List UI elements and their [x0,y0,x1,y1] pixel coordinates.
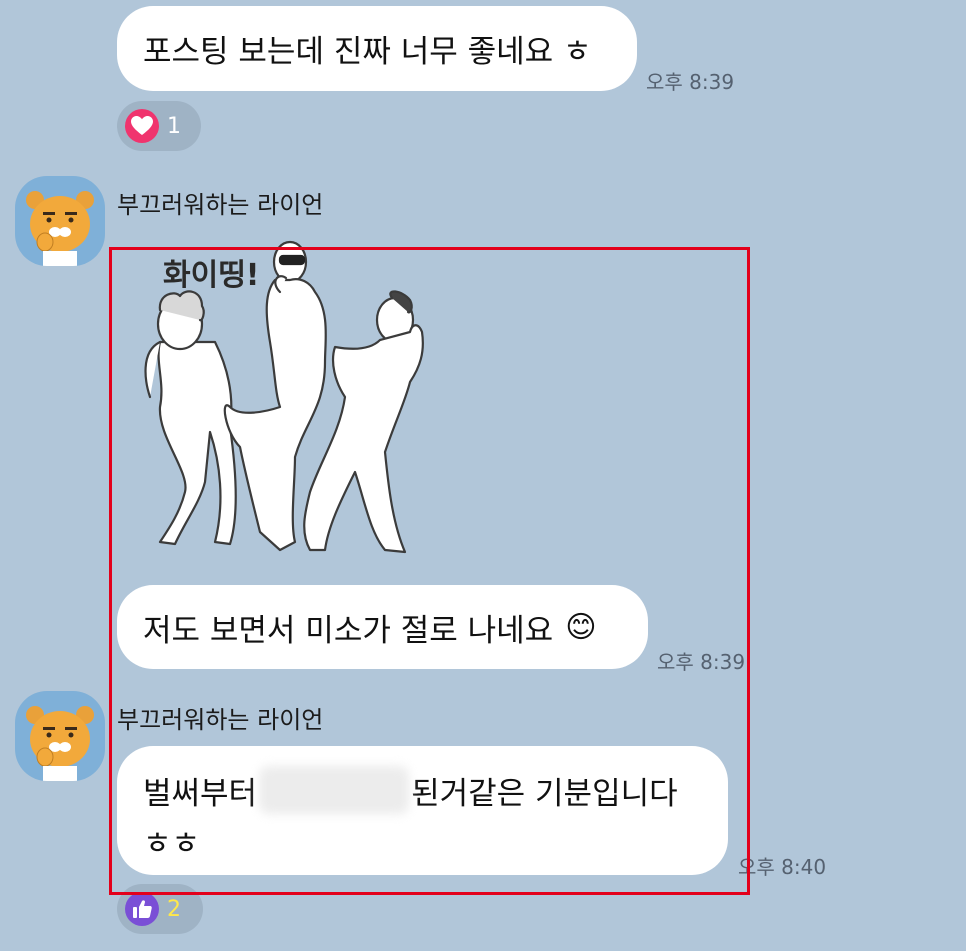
sender-name: 부끄러워하는 라이언 [117,706,324,734]
sender-name: 부끄러워하는 라이언 [117,191,324,219]
avatar[interactable] [15,176,105,266]
reaction-heart[interactable]: 1 [117,101,201,151]
message-time: 오후 8:40 [738,855,827,879]
reaction-count: 1 [167,113,181,139]
smile-emoji-icon: 😊 [565,609,597,645]
message-time: 오후 8:39 [657,650,746,674]
message-bubble[interactable]: 저도 보면서 미소가 절로 나네요 😊 [117,585,648,669]
lion-avatar-icon [26,706,94,781]
message-text: 포스팅 보는데 진짜 너무 좋네요 ㅎ [143,34,592,70]
thumbs-up-icon [125,892,159,926]
message-text-line2: ㅎㅎ [143,826,201,862]
avatar[interactable] [15,691,105,781]
heart-icon [125,109,159,143]
message-time: 오후 8:39 [646,70,735,94]
message-text-before: 벌써부터 [143,775,258,812]
message-text-after: 된거같은 기분입니다 [411,775,678,812]
reaction-thumbs-up[interactable]: 2 [117,884,203,934]
message-bubble[interactable]: 포스팅 보는데 진짜 너무 좋네요 ㅎ [117,6,637,91]
reaction-count: 2 [167,896,181,922]
message-bubble[interactable]: 벌써부터 된거같은 기분입니다 ㅎㅎ [117,746,728,875]
lion-avatar-icon [26,191,94,266]
sticker-caption: 화이띵! [163,258,260,293]
message-text: 저도 보면서 미소가 절로 나네요 [143,612,554,649]
redacted-text [259,766,410,814]
message-text: 벌써부터 된거같은 기분입니다 [143,766,702,814]
